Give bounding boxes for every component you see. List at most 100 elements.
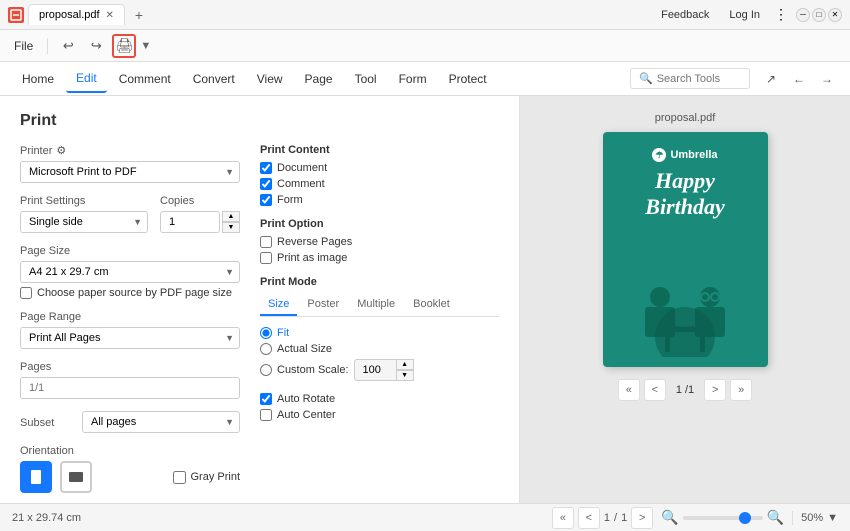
- nav-page[interactable]: Page: [295, 66, 343, 92]
- gray-print-label[interactable]: Gray Print: [190, 471, 240, 483]
- mode-tab-multiple[interactable]: Multiple: [349, 294, 403, 316]
- document-label[interactable]: Document: [277, 162, 327, 174]
- pages-input[interactable]: [20, 377, 240, 399]
- actual-size-radio[interactable]: [260, 343, 272, 355]
- nav-comment[interactable]: Comment: [109, 66, 181, 92]
- page-size-label: Page Size: [20, 245, 240, 257]
- status-bar: 21 x 29.74 cm « < 1 / 1 > 🔍 🔍 50% ▼: [0, 503, 850, 531]
- copies-up-btn[interactable]: ▲: [222, 211, 240, 222]
- back-icon[interactable]: ←: [788, 68, 810, 90]
- page-size-select[interactable]: A4 21 x 29.7 cm: [20, 261, 240, 283]
- nav-home[interactable]: Home: [12, 66, 64, 92]
- status-first-btn[interactable]: «: [552, 507, 574, 529]
- printer-settings-icon[interactable]: ⚙: [56, 144, 66, 157]
- feedback-btn[interactable]: Feedback: [655, 7, 715, 23]
- zoom-dropdown-btn[interactable]: ▼: [827, 512, 838, 524]
- landscape-btn[interactable]: [60, 461, 92, 493]
- last-page-btn[interactable]: »: [730, 379, 752, 401]
- minimize-btn[interactable]: ─: [796, 8, 810, 22]
- scale-up-btn[interactable]: ▲: [396, 359, 414, 370]
- zoom-thumb[interactable]: [739, 512, 751, 524]
- gray-print-checkbox[interactable]: [173, 471, 186, 484]
- redo-btn[interactable]: ↪: [84, 34, 108, 58]
- scale-down-btn[interactable]: ▼: [396, 370, 414, 381]
- pages-label: Pages: [20, 361, 240, 373]
- page-range-select[interactable]: Print All Pages: [20, 327, 240, 349]
- preview-pagination: « < 1 /1 > »: [618, 379, 752, 401]
- custom-scale-radio[interactable]: [260, 364, 272, 376]
- maximize-btn[interactable]: □: [812, 8, 826, 22]
- nav-convert[interactable]: Convert: [183, 66, 245, 92]
- print-as-image-label[interactable]: Print as image: [277, 252, 347, 264]
- subset-select[interactable]: All pages: [82, 411, 240, 433]
- status-prev-btn[interactable]: <: [578, 507, 600, 529]
- first-page-btn[interactable]: «: [618, 379, 640, 401]
- auto-center-label[interactable]: Auto Center: [277, 409, 336, 421]
- next-page-btn[interactable]: >: [704, 379, 726, 401]
- dialog-left-col: Printer ⚙ Microsoft Print to PDF ▼ Print…: [20, 144, 240, 503]
- dialog-columns: Printer ⚙ Microsoft Print to PDF ▼ Print…: [20, 144, 499, 503]
- dimensions-text: 21 x 29.74 cm: [12, 512, 81, 524]
- nav-form[interactable]: Form: [389, 66, 437, 92]
- new-tab-btn[interactable]: +: [129, 5, 149, 25]
- nav-protect[interactable]: Protect: [439, 66, 497, 92]
- document-checkbox[interactable]: [260, 162, 272, 174]
- more-options-btn[interactable]: ⋮: [774, 6, 788, 23]
- actual-size-label[interactable]: Actual Size: [277, 343, 332, 355]
- status-next-btn[interactable]: >: [631, 507, 653, 529]
- copies-input[interactable]: [160, 211, 220, 233]
- single-side-select[interactable]: Single side: [20, 211, 148, 233]
- undo-btn[interactable]: ↩: [56, 34, 80, 58]
- zoom-out-icon[interactable]: 🔍: [661, 509, 678, 526]
- preview-logo: Umbrella: [652, 148, 717, 162]
- printer-select[interactable]: Microsoft Print to PDF: [20, 161, 240, 183]
- toolbar-dropdown-btn[interactable]: ▼: [140, 40, 151, 52]
- choose-paper-label[interactable]: Choose paper source by PDF page size: [37, 287, 232, 299]
- login-btn[interactable]: Log In: [723, 7, 766, 23]
- reverse-pages-label[interactable]: Reverse Pages: [277, 236, 352, 248]
- print-dialog-title: Print: [20, 112, 499, 130]
- file-tab[interactable]: proposal.pdf ✕: [28, 4, 125, 25]
- mode-tab-size[interactable]: Size: [260, 294, 297, 316]
- auto-rotate-label[interactable]: Auto Rotate: [277, 393, 335, 405]
- mode-tab-booklet[interactable]: Booklet: [405, 294, 458, 316]
- portrait-btn[interactable]: [20, 461, 52, 493]
- nav-right-icons: ↗ ← →: [760, 68, 838, 90]
- tab-close-btn[interactable]: ✕: [106, 10, 114, 21]
- nav-edit[interactable]: Edit: [66, 65, 107, 93]
- page-range-label: Page Range: [20, 311, 240, 323]
- close-btn[interactable]: ✕: [828, 8, 842, 22]
- fit-label[interactable]: Fit: [277, 327, 289, 339]
- fit-radio[interactable]: [260, 327, 272, 339]
- choose-paper-checkbox[interactable]: [20, 287, 32, 299]
- file-menu[interactable]: File: [8, 37, 39, 55]
- custom-scale-label[interactable]: Custom Scale:: [277, 364, 349, 376]
- form-label[interactable]: Form: [277, 194, 303, 206]
- prev-page-btn[interactable]: <: [644, 379, 666, 401]
- comment-label[interactable]: Comment: [277, 178, 325, 190]
- subset-group: Subset All pages ▼: [20, 411, 240, 433]
- status-page-total: 1: [621, 512, 627, 524]
- comment-checkbox[interactable]: [260, 178, 272, 190]
- custom-scale-wrapper: ▲ ▼: [354, 359, 414, 381]
- mode-tab-poster[interactable]: Poster: [299, 294, 347, 316]
- nav-tool[interactable]: Tool: [345, 66, 387, 92]
- external-link-icon[interactable]: ↗: [760, 68, 782, 90]
- fit-radio-row: Fit: [260, 327, 499, 339]
- auto-rotate-checkbox[interactable]: [260, 393, 272, 405]
- copies-down-btn[interactable]: ▼: [222, 222, 240, 233]
- zoom-in-icon[interactable]: 🔍: [767, 509, 784, 526]
- preview-logo-text: Umbrella: [670, 149, 717, 161]
- auto-center-checkbox[interactable]: [260, 409, 272, 421]
- window-controls: ─ □ ✕: [796, 8, 842, 22]
- print-toolbar-btn[interactable]: 🖨: [112, 34, 136, 58]
- document-checkbox-row: Document: [260, 162, 499, 174]
- form-checkbox[interactable]: [260, 194, 272, 206]
- search-tools-input[interactable]: [657, 73, 737, 85]
- nav-view[interactable]: View: [247, 66, 293, 92]
- forward-icon[interactable]: →: [816, 68, 838, 90]
- reverse-pages-checkbox[interactable]: [260, 236, 272, 248]
- print-as-image-checkbox[interactable]: [260, 252, 272, 264]
- zoom-slider[interactable]: [683, 516, 763, 520]
- umbrella-logo-icon: [652, 148, 666, 162]
